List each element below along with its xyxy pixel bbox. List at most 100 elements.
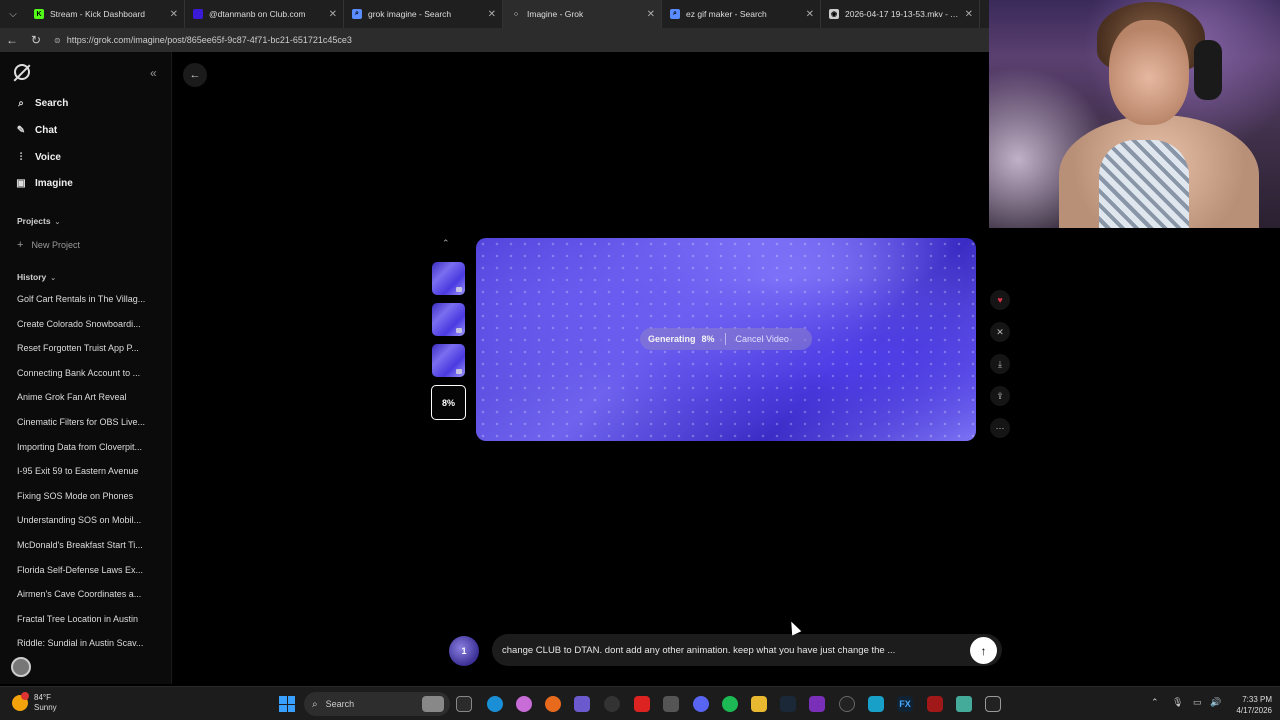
share-icon[interactable]: ⇪ — [990, 386, 1010, 406]
history-item[interactable]: I-95 Exit 59 to Eastern Avenue — [17, 466, 153, 476]
history-item[interactable]: Golf Cart Rentals in The Villag... — [17, 294, 153, 304]
obs-icon[interactable] — [604, 696, 620, 712]
download-icon[interactable]: ⤓ — [990, 354, 1010, 374]
firefox-icon[interactable] — [545, 696, 561, 712]
history-item[interactable]: McDonald's Breakfast Start Ti... — [17, 540, 153, 550]
history-item[interactable]: Fixing SOS Mode on Phones — [17, 491, 153, 501]
weather-widget[interactable]: 84°F Sunny — [12, 692, 57, 713]
microphone-icon[interactable]: 🎙 — [1172, 697, 1183, 708]
app-red-icon[interactable] — [634, 696, 650, 712]
spotify-icon[interactable] — [722, 696, 738, 712]
plus-icon: + — [17, 239, 24, 251]
tab-favicon-icon: ⌕ — [670, 9, 680, 19]
close-tab-icon[interactable]: ✕ — [170, 9, 178, 20]
history-item[interactable]: Importing Data from Cloverpit... — [17, 442, 153, 452]
browser-tab[interactable]: K Stream - Kick Dashboard ✕ — [26, 0, 185, 28]
search-icon: ⌕ — [18, 98, 24, 109]
time: 7:33 PM — [1242, 695, 1272, 704]
app-dark-icon[interactable] — [839, 696, 855, 712]
history-item[interactable]: Florida Self-Defense Laws Ex... — [17, 565, 153, 575]
discord-icon[interactable] — [693, 696, 709, 712]
cancel-video-button[interactable]: Cancel Video — [736, 334, 789, 344]
sidebar-item-label: Chat — [35, 125, 58, 136]
send-button[interactable]: ↑ — [970, 637, 997, 664]
browser-tab[interactable]: @dtanmanb on Club.com ✕ — [185, 0, 344, 28]
prompt-input[interactable]: change CLUB to DTAN. dont add any other … — [492, 634, 1002, 666]
user-avatar[interactable] — [11, 657, 31, 677]
browser-tab-bar: ⌵ K Stream - Kick Dashboard ✕ @dtanmanb on … — [0, 0, 990, 28]
edge-icon[interactable] — [487, 696, 503, 712]
grok-logo-icon[interactable] — [14, 64, 30, 80]
app-cyan-icon[interactable] — [868, 696, 884, 712]
steam-icon[interactable] — [780, 696, 796, 712]
prompt-avatar[interactable]: 1 — [449, 636, 479, 666]
task-view-icon[interactable] — [456, 696, 472, 712]
file-explorer-icon[interactable] — [751, 696, 767, 712]
app-green-icon[interactable] — [956, 696, 972, 712]
video-editor-icon[interactable] — [809, 696, 825, 712]
tab-title: grok imagine - Search — [368, 9, 452, 19]
taskbar-search[interactable]: ⌕ Search — [304, 692, 450, 716]
browser-tab[interactable]: ○ Imagine - Grok ✕ — [503, 0, 662, 28]
browser-tab[interactable]: ⌕ ez gif maker - Search ✕ — [662, 0, 821, 28]
sidebar-item-search[interactable]: ⌕ Search — [14, 98, 68, 109]
back-nav-icon[interactable]: ← — [0, 33, 24, 47]
app-icon[interactable] — [574, 696, 590, 712]
close-tab-icon[interactable]: ✕ — [488, 9, 496, 20]
app-red2-icon[interactable] — [927, 696, 943, 712]
video-thumbnail-generating[interactable]: 8% — [431, 385, 466, 420]
url-field[interactable]: ⊜ https://grok.com/imagine/post/865ee65f… — [54, 31, 974, 49]
display-icon[interactable]: ▭ — [1193, 697, 1202, 708]
close-tab-icon[interactable]: ✕ — [965, 9, 973, 20]
imagine-icon: ▣ — [16, 178, 26, 189]
chevron-up-icon[interactable]: ⌃ — [442, 238, 450, 249]
close-tab-icon[interactable]: ✕ — [329, 9, 337, 20]
history-item[interactable]: Riddle: Sundial in Austin Scav... — [17, 638, 153, 648]
site-info-icon[interactable]: ⊜ — [54, 36, 61, 45]
windows-start-icon[interactable] — [279, 696, 295, 712]
collapse-sidebar-icon[interactable]: « — [150, 66, 157, 80]
sidebar-item-voice[interactable]: ⫶ Voice — [14, 152, 61, 163]
back-button[interactable]: ← — [183, 63, 207, 87]
history-item[interactable]: Airmen's Cave Coordinates a... — [17, 589, 153, 599]
more-options-icon[interactable]: ⋯ — [990, 418, 1010, 438]
close-tab-icon[interactable]: ✕ — [647, 9, 655, 20]
webcam-person-shirt — [1099, 140, 1189, 228]
browser-tab[interactable]: ⌕ grok imagine - Search ✕ — [344, 0, 503, 28]
music-icon[interactable] — [663, 696, 679, 712]
terminal-icon[interactable] — [985, 696, 1001, 712]
generation-status-pill: Generating 8% Cancel Video — [640, 328, 812, 350]
history-item[interactable]: Reset Forgotten Truist App P... — [17, 343, 153, 353]
divider — [724, 333, 726, 345]
projects-header[interactable]: Projects ⌄ — [17, 216, 60, 226]
history-item[interactable]: Understanding SOS on Mobil... — [17, 515, 153, 525]
tab-title: @dtanmanb on Club.com — [209, 9, 306, 19]
sidebar-item-chat[interactable]: ✎ Chat — [14, 125, 57, 136]
tab-favicon-icon: ◉ — [829, 9, 839, 19]
sidebar-item-imagine[interactable]: ▣ Imagine — [14, 178, 73, 189]
history-item[interactable]: Anime Grok Fan Art Reveal — [17, 392, 153, 402]
history-item[interactable]: Create Colorado Snowboardi... — [17, 319, 153, 329]
clock[interactable]: 7:33 PM 4/17/2026 — [1232, 694, 1272, 716]
history-item[interactable]: Fractal Tree Location in Austin — [17, 614, 153, 624]
history-item[interactable]: Cinematic Filters for OBS Live... — [17, 417, 153, 427]
video-thumbnail[interactable] — [432, 303, 465, 336]
close-tab-icon[interactable]: ✕ — [806, 9, 814, 20]
x-share-icon[interactable]: ✕ — [990, 322, 1010, 342]
copilot-icon[interactable] — [516, 696, 532, 712]
fx-icon[interactable]: FX — [897, 696, 913, 712]
history-item[interactable]: Connecting Bank Account to ... — [17, 368, 153, 378]
reload-icon[interactable]: ↻ — [24, 33, 48, 47]
volume-icon[interactable]: 🔊 — [1210, 697, 1221, 708]
heart-icon[interactable]: ♥ — [990, 290, 1010, 310]
taskbar-search-label: Search — [325, 699, 355, 709]
voice-icon: ⫶ — [19, 152, 23, 163]
browser-tab[interactable]: ◉ 2026-04-17 19-13-53.mkv - Anim... ✕ — [821, 0, 980, 28]
history-header[interactable]: History ⌄ — [17, 272, 56, 282]
tab-menu-chevron-icon[interactable]: ⌵ — [0, 0, 26, 28]
show-hidden-icons-icon[interactable]: ⌃ — [1151, 697, 1159, 708]
new-project-button[interactable]: + New Project — [17, 239, 80, 251]
search-icon: ⌕ — [312, 698, 318, 710]
video-thumbnail[interactable] — [432, 262, 465, 295]
video-thumbnail[interactable] — [432, 344, 465, 377]
